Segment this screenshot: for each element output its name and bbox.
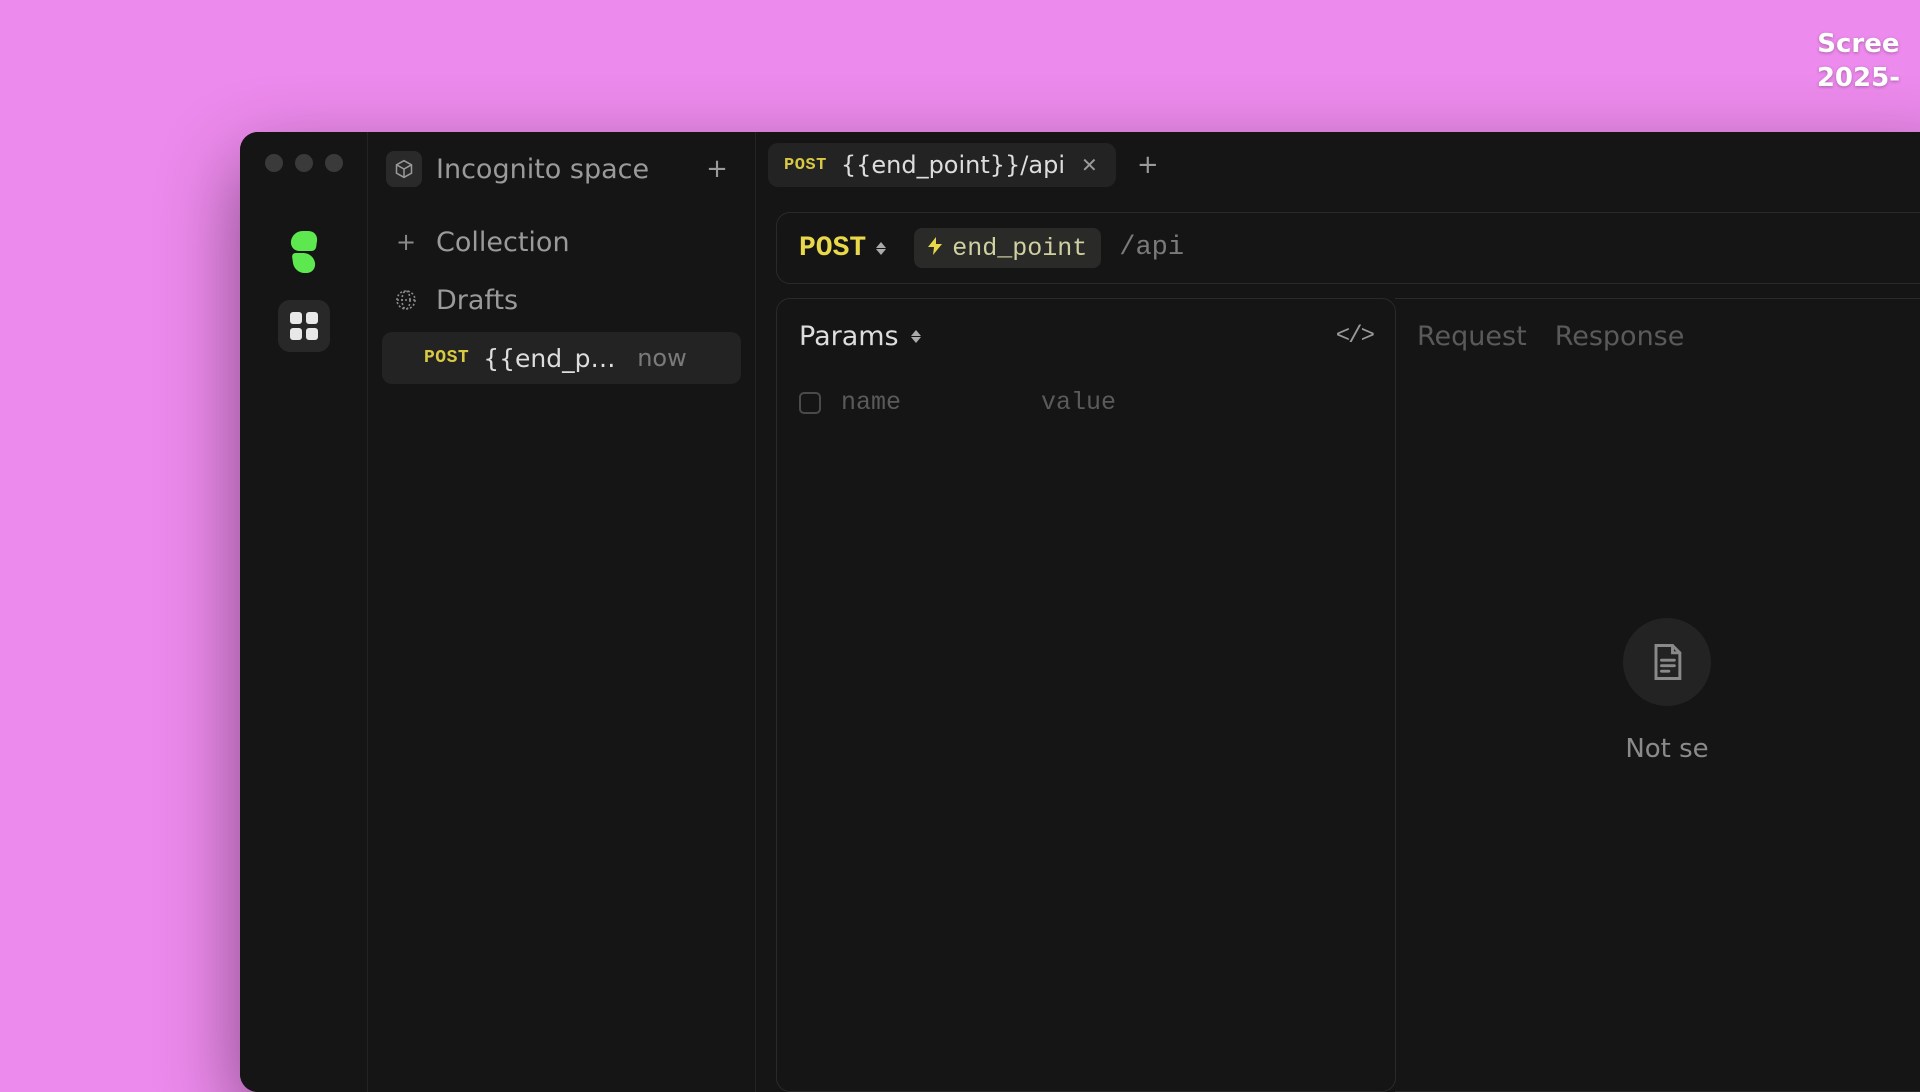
params-title: Params [799, 321, 899, 352]
dropdown-arrows-icon [911, 330, 921, 343]
window-minimize-button[interactable] [295, 154, 313, 172]
dropdown-arrows-icon [876, 242, 886, 255]
params-header: Params </> [799, 321, 1373, 352]
desktop-file-label[interactable]: Scree 2025- [1817, 28, 1900, 96]
params-selector[interactable]: Params [799, 321, 921, 352]
draft-name: {{end_po... [483, 344, 623, 373]
url-suffix[interactable]: /api [1119, 233, 1184, 263]
empty-state-icon [1623, 618, 1711, 706]
drafts-section[interactable]: Drafts [382, 274, 741, 326]
sidebar-header: Incognito space + [368, 140, 755, 198]
desktop-file-line2: 2025- [1817, 62, 1900, 96]
plus-icon: + [706, 154, 728, 184]
param-value-input[interactable] [1041, 388, 1221, 417]
app-window: Incognito space + + Collection Draf [240, 132, 1920, 1092]
empty-state-text: Not se [1625, 734, 1708, 764]
variable-name: end_point [952, 234, 1087, 263]
nav-grid-button[interactable] [278, 300, 330, 352]
workspace-cube-icon [386, 151, 422, 187]
content-split: Params </> Request [776, 298, 1920, 1092]
params-card: Params </> [776, 298, 1396, 1092]
grid-icon [290, 312, 318, 340]
workspace-name: Incognito space [436, 154, 649, 185]
plus-icon: + [1137, 150, 1159, 180]
method-badge: POST [424, 348, 469, 368]
window-maximize-button[interactable] [325, 154, 343, 172]
method-selector[interactable]: POST [799, 233, 886, 264]
main-area: POST {{end_point}}/api ✕ + POST end_po [756, 132, 1920, 1092]
sidebar-body: + Collection Drafts POST {{end_po... now [368, 198, 755, 402]
request-bar: POST end_point /api [776, 212, 1920, 284]
desktop-file-line1: Scree [1817, 28, 1900, 62]
collection-label: Collection [436, 227, 570, 258]
draft-time: now [637, 344, 687, 372]
add-collection-button[interactable]: + Collection [382, 216, 741, 268]
code-toggle-button[interactable]: </> [1336, 323, 1373, 350]
tab-title: {{end_point}}/api [841, 151, 1065, 179]
add-workspace-button[interactable]: + [697, 149, 737, 189]
logo-icon [287, 231, 321, 273]
drafts-label: Drafts [436, 285, 518, 316]
url-variable-chip[interactable]: end_point [914, 228, 1101, 268]
close-tab-button[interactable]: ✕ [1079, 151, 1100, 179]
plus-icon: + [394, 230, 418, 254]
param-name-input[interactable] [841, 388, 1021, 417]
response-pane: Request Response Not se [1395, 298, 1920, 1092]
draft-item[interactable]: POST {{end_po... now [382, 332, 741, 384]
sidebar: Incognito space + + Collection Draf [368, 132, 756, 1092]
tab-method-badge: POST [784, 156, 827, 175]
app-logo[interactable] [278, 226, 330, 278]
request-tab[interactable]: POST {{end_point}}/api ✕ [768, 143, 1116, 187]
method-label: POST [799, 233, 866, 264]
bolt-icon [928, 237, 942, 260]
window-close-button[interactable] [265, 154, 283, 172]
nav-rail [240, 132, 368, 1092]
empty-state: Not se [1417, 312, 1917, 1069]
param-checkbox[interactable] [799, 392, 821, 414]
workspace-selector[interactable]: Incognito space [386, 151, 697, 187]
tab-bar: POST {{end_point}}/api ✕ + [756, 132, 1920, 198]
globe-icon [394, 288, 418, 312]
new-tab-button[interactable]: + [1128, 145, 1168, 185]
param-row [799, 380, 1373, 425]
window-controls [265, 154, 343, 172]
